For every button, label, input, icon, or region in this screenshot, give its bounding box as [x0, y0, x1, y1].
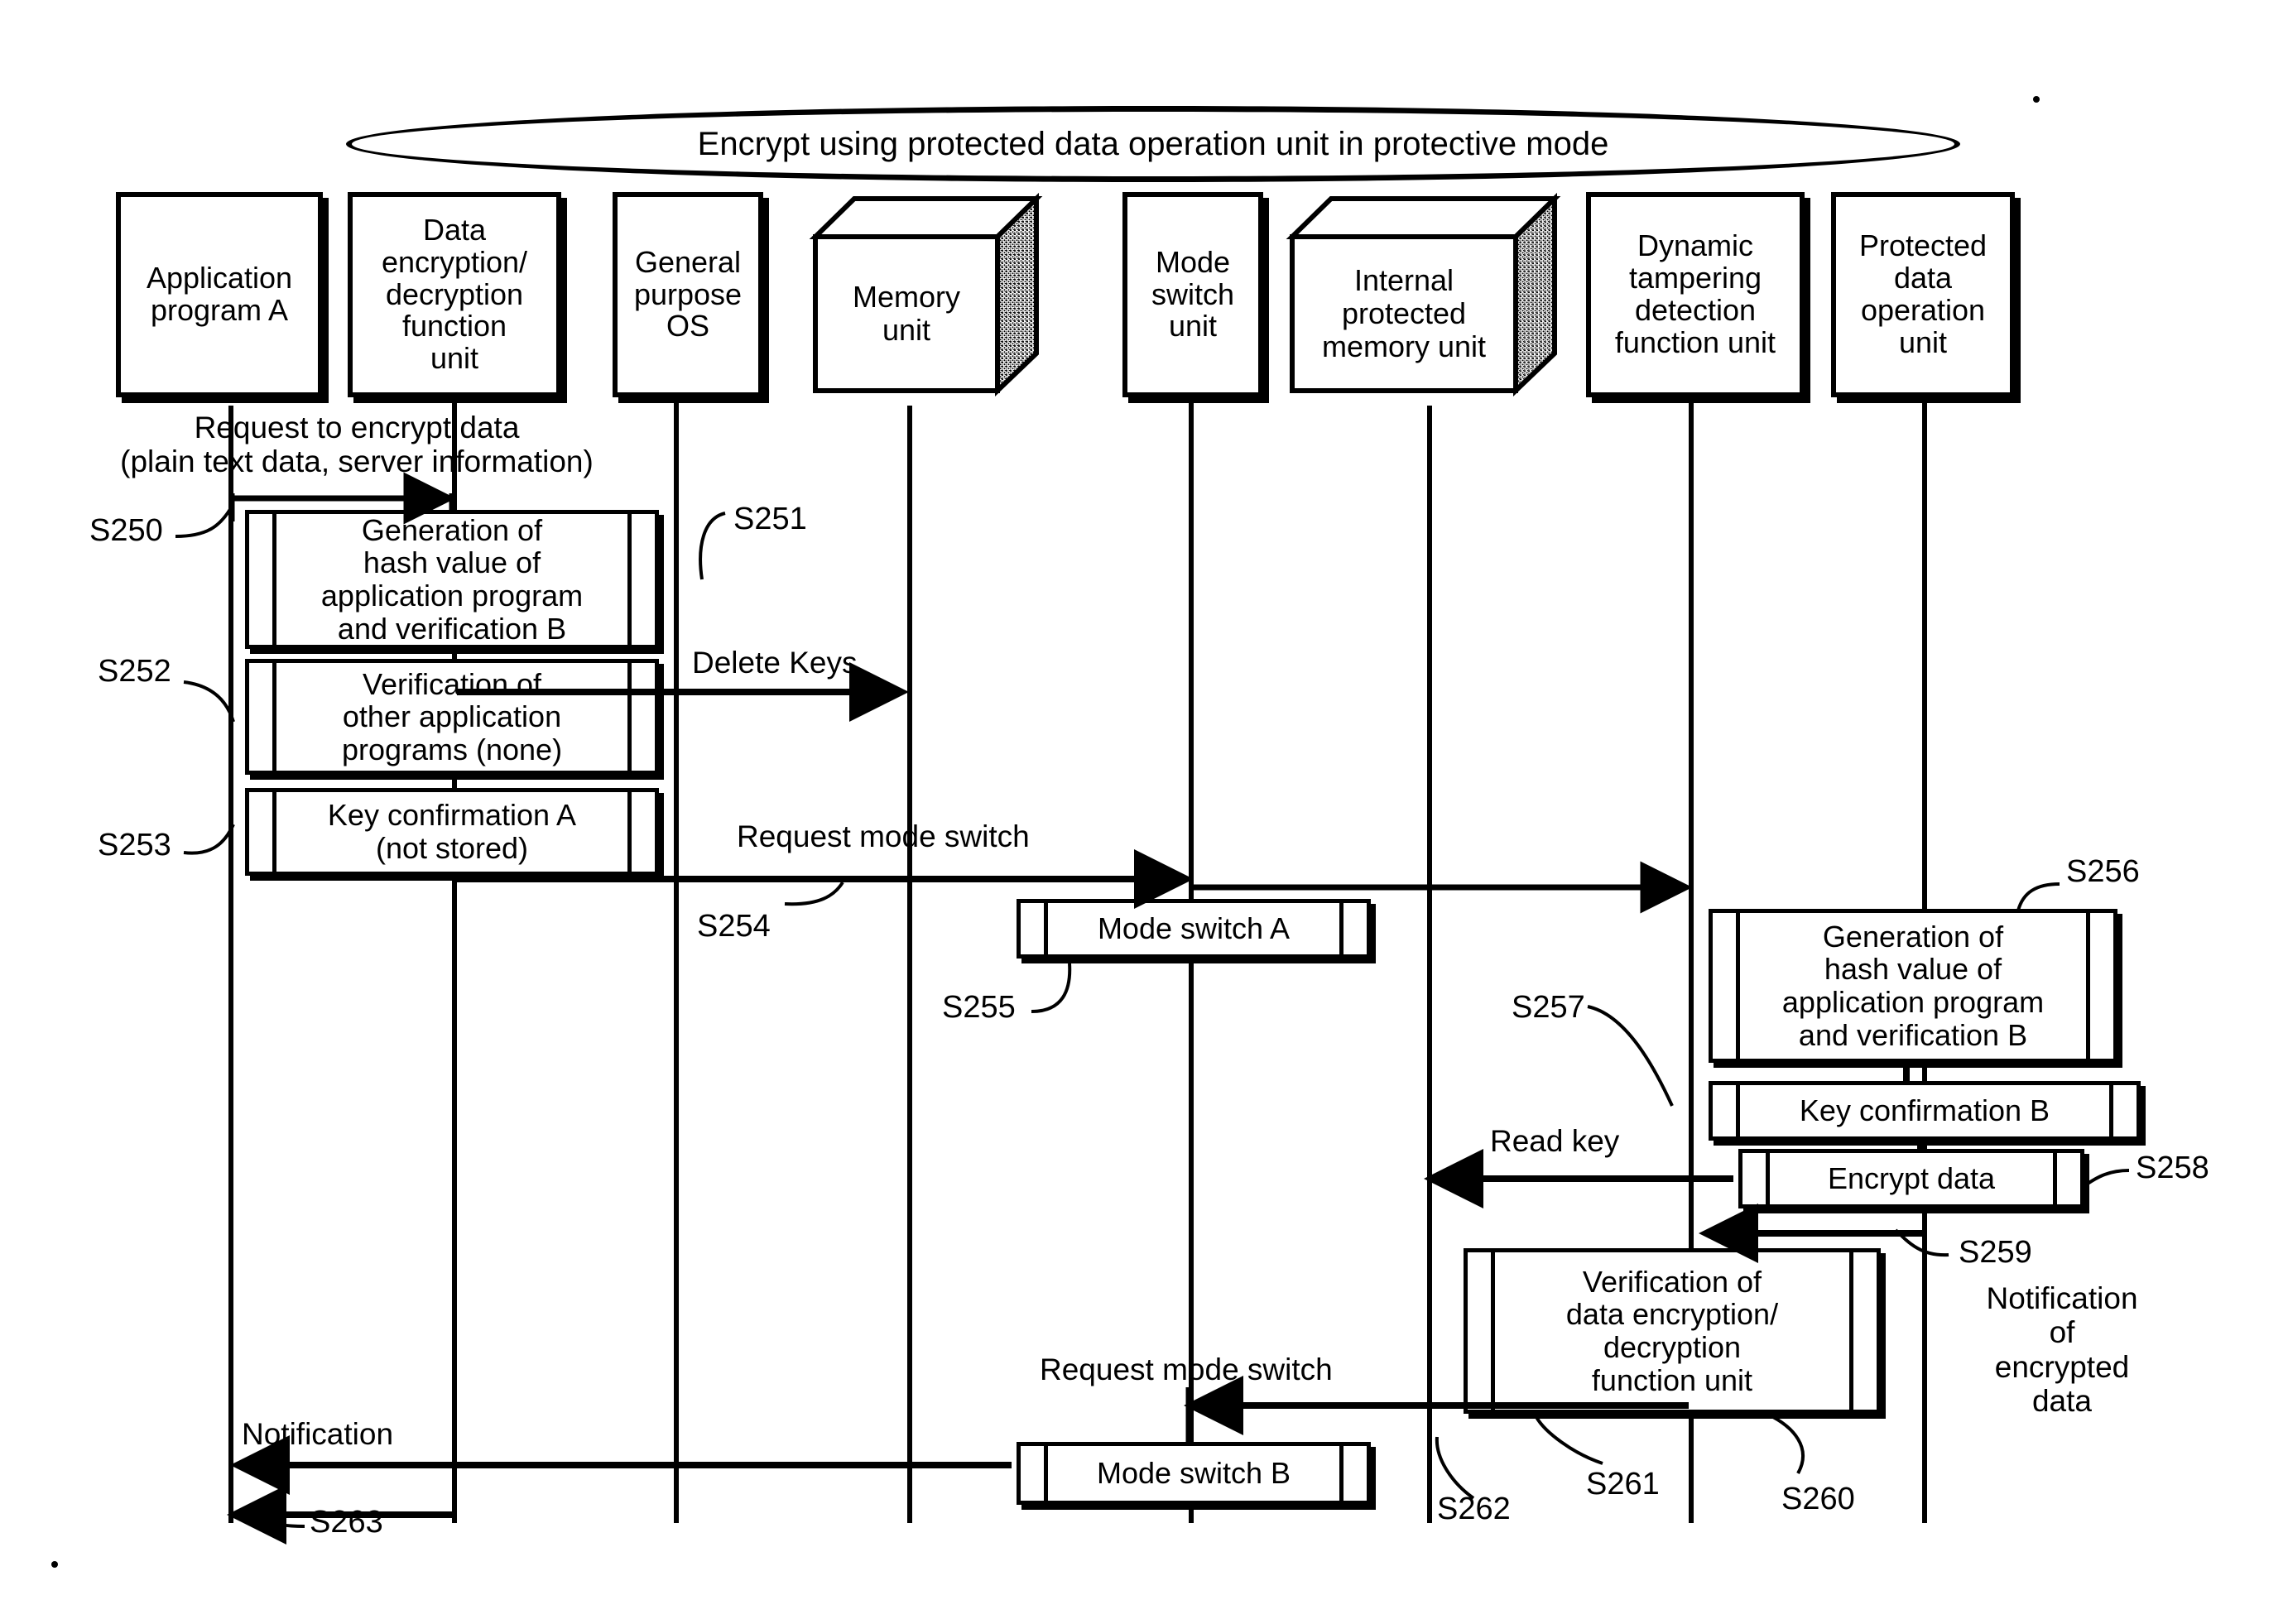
- action-right-bar: [2086, 913, 2113, 1059]
- action-left-bar: [1021, 1446, 1048, 1501]
- figure-canvas: Encrypt using protected data operation u…: [0, 0, 2288, 1624]
- figure-title-text: Encrypt using protected data operation u…: [697, 125, 1609, 162]
- action-verification-of-other-application-programs: Verification of other application progra…: [245, 659, 659, 775]
- action-left-bar: [249, 792, 276, 872]
- action-label: Verification of other application progra…: [341, 666, 563, 766]
- label-notification-of-encrypted-data: Notification of encrypted data: [1986, 1281, 2138, 1419]
- leader-s253: [183, 824, 235, 855]
- action-right-bar: [1339, 903, 1367, 954]
- leader-s250: [175, 505, 233, 538]
- step-label-s255: S255: [942, 990, 1016, 1025]
- leader-s263: [262, 1518, 305, 1528]
- action-label: Encrypt data: [1827, 1161, 1996, 1196]
- step-label-s252: S252: [98, 654, 171, 689]
- lifeline-internal-protected-memory-unit: [1427, 406, 1432, 1523]
- scan-artifact-dot: [2033, 96, 2040, 103]
- step-label-s261: S261: [1586, 1467, 1660, 1501]
- label-read-key: Read key: [1490, 1124, 1620, 1158]
- action-label: Mode switch A: [1097, 911, 1291, 946]
- label-request-mode-switch-2: Request mode switch: [1040, 1353, 1333, 1386]
- action-right-bar: [627, 663, 655, 771]
- action-left-bar: [1021, 903, 1048, 954]
- leader-s260: [1772, 1415, 1805, 1474]
- action-left-bar: [249, 663, 276, 771]
- step-label-s256: S256: [2066, 854, 2140, 889]
- label-request-to-encrypt-data: Request to encrypt data (plain text data…: [120, 411, 594, 479]
- action-encrypt-data: Encrypt data: [1738, 1149, 2084, 1208]
- participant-internal-protected-memory-unit: Internal protected memory unit: [1286, 192, 1561, 399]
- participant-label: Memory unit: [852, 280, 960, 347]
- action-right-bar: [2053, 1153, 2080, 1204]
- action-right-bar: [627, 514, 655, 645]
- lifeline-general-purpose-os: [674, 397, 679, 1523]
- action-key-confirmation-a: Key confirmation A (not stored): [245, 788, 659, 876]
- step-label-s253: S253: [98, 828, 171, 862]
- action-mode-switch-b: Mode switch B: [1017, 1442, 1371, 1505]
- participant-mode-switch-unit: Mode switch unit: [1122, 192, 1263, 397]
- leader-s262: [1435, 1436, 1475, 1500]
- participant-data-encryption-decryption-function-unit: Data encryption/ decryption function uni…: [348, 192, 561, 397]
- leader-s254: [784, 881, 844, 906]
- participant-label: General purpose OS: [633, 244, 743, 344]
- action-left-bar: [1468, 1252, 1495, 1410]
- action-right-bar: [1849, 1252, 1877, 1410]
- step-label-s263: S263: [310, 1505, 383, 1540]
- lifeline-application-program-a: [228, 406, 233, 1523]
- scan-artifact-dot-2: [51, 1561, 58, 1568]
- figure-title-ellipse: Encrypt using protected data operation u…: [346, 106, 1960, 182]
- action-label: Verification of data encryption/ decrypt…: [1565, 1264, 1779, 1397]
- step-label-s258: S258: [2136, 1151, 2209, 1185]
- action-mode-switch-a: Mode switch A: [1017, 899, 1371, 959]
- action-left-bar: [1713, 1085, 1740, 1136]
- participant-label: Mode switch unit: [1151, 244, 1235, 344]
- leader-s257: [1587, 1005, 1674, 1107]
- step-label-s254: S254: [697, 909, 771, 944]
- step-label-s259: S259: [1959, 1235, 2032, 1270]
- step-label-s251: S251: [733, 502, 807, 536]
- step-label-s262: S262: [1437, 1492, 1511, 1526]
- participant-label: Data encryption/ decryption function uni…: [381, 212, 528, 376]
- participant-application-program-a: Application program A: [116, 192, 323, 397]
- participant-general-purpose-os: General purpose OS: [613, 192, 763, 397]
- lifeline-memory-unit: [907, 406, 912, 1523]
- participant-memory-unit: Memory unit: [809, 192, 1043, 399]
- step-label-s257: S257: [1512, 990, 1585, 1025]
- participant-dynamic-tampering-detection-function-unit: Dynamic tampering detection function uni…: [1586, 192, 1805, 397]
- participant-label: Internal protected memory unit: [1321, 262, 1487, 364]
- action-key-confirmation-b: Key confirmation B: [1709, 1081, 2141, 1141]
- participant-label: Application program A: [146, 261, 293, 327]
- leader-s252: [183, 680, 235, 723]
- leader-s256: [2016, 882, 2060, 911]
- participant-label-wrap: Internal protected memory unit: [1292, 237, 1516, 391]
- action-right-bar: [2109, 1085, 2137, 1136]
- action-left-bar: [249, 514, 276, 645]
- action-label: Generation of hash value of application …: [1781, 919, 2045, 1052]
- action-right-bar: [627, 792, 655, 872]
- step-label-s250: S250: [89, 513, 163, 548]
- participant-label: Dynamic tampering detection function uni…: [1614, 228, 1776, 359]
- action-verification-of-data-encryption-decryption-function-unit: Verification of data encryption/ decrypt…: [1464, 1248, 1881, 1414]
- participant-label-wrap: Memory unit: [815, 237, 997, 391]
- label-notification: Notification: [242, 1417, 394, 1451]
- action-label: Mode switch B: [1096, 1456, 1291, 1491]
- action-label: Generation of hash value of application …: [320, 512, 584, 646]
- action-generation-of-hash-value-b: Generation of hash value of application …: [1709, 909, 2117, 1063]
- leader-s255: [1031, 963, 1072, 1013]
- action-left-bar: [1713, 913, 1740, 1059]
- leader-s251: [699, 512, 726, 580]
- label-delete-keys: Delete Keys: [692, 646, 858, 680]
- leader-s261: [1535, 1415, 1603, 1465]
- action-generation-of-hash-value-a: Generation of hash value of application …: [245, 510, 659, 649]
- label-request-mode-switch-1: Request mode switch: [737, 819, 1030, 853]
- participant-label: Protected data operation unit: [1858, 228, 1988, 359]
- action-right-bar: [1339, 1446, 1367, 1501]
- leader-s258: [2086, 1169, 2130, 1185]
- action-label: Key confirmation B: [1799, 1093, 2050, 1128]
- step-label-s260: S260: [1781, 1482, 1855, 1516]
- action-label: Key confirmation A (not stored): [327, 798, 577, 865]
- participant-protected-data-operation-unit: Protected data operation unit: [1831, 192, 2015, 397]
- action-left-bar: [1742, 1153, 1770, 1204]
